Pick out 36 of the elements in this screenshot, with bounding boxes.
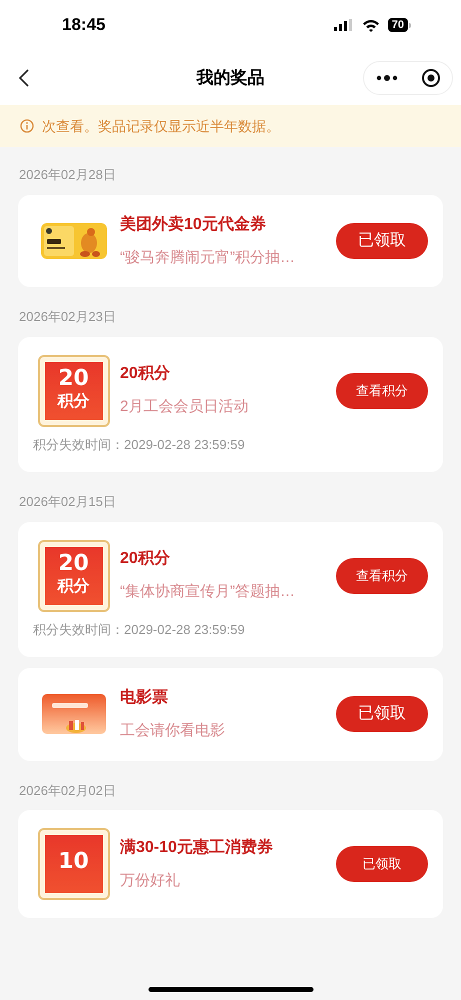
expiry-text: 积分失效时间：2029-02-28 23:59:59 xyxy=(33,620,246,638)
badge-unit: 积分 xyxy=(58,578,90,594)
view-points-button[interactable]: 已领取 xyxy=(336,846,428,882)
prize-title: 电影票 xyxy=(120,688,169,708)
date-label: 2026年02月15日 xyxy=(18,493,117,511)
prize-source: 2月工会会员日活动 xyxy=(120,397,250,418)
claimed-button[interactable]: 已领取 xyxy=(336,222,428,259)
prize-title: 20积分 xyxy=(120,364,171,384)
status-time: 18:45 xyxy=(62,14,106,36)
prize-title: 20积分 xyxy=(120,548,171,570)
badge-number: 10 xyxy=(58,851,89,873)
signal-icon xyxy=(334,19,354,31)
badge-unit: 积分 xyxy=(58,394,90,410)
claimed-button[interactable]: 已领取 xyxy=(336,696,428,732)
more-icon[interactable] xyxy=(376,74,398,80)
page-title: 我的奖品 xyxy=(196,66,264,89)
prize-source: 万份好礼 xyxy=(120,870,181,891)
back-icon[interactable] xyxy=(18,68,30,88)
date-label: 2026年02月28日 xyxy=(18,166,117,184)
prize-title: 满30-10元惠工消费券 xyxy=(120,838,274,858)
prize-source: “集体协商宣传月”答题抽… xyxy=(120,582,296,602)
close-icon[interactable] xyxy=(420,68,440,88)
prize-source: “骏马奔腾闹元宵”积分抽… xyxy=(120,248,296,268)
battery-icon: 70 xyxy=(388,18,411,32)
view-points-button[interactable]: 查看积分 xyxy=(336,558,428,594)
expiry-text: 积分失效时间：2029-02-28 23:59:59 xyxy=(33,436,246,454)
date-label: 2026年02月02日 xyxy=(18,782,117,800)
badge-number: 20 xyxy=(58,368,89,390)
notice-text: 次查看。奖品记录仅显示近半年数据。 xyxy=(42,116,280,136)
prize-title: 美团外卖10元代金券 xyxy=(120,214,267,234)
badge-number: 20 xyxy=(58,552,89,574)
info-icon xyxy=(20,119,34,133)
date-label: 2026年02月23日 xyxy=(18,308,117,326)
view-points-button[interactable]: 查看积分 xyxy=(336,372,428,408)
wifi-icon xyxy=(362,18,380,32)
prize-source: 工会请你看电影 xyxy=(120,721,226,741)
